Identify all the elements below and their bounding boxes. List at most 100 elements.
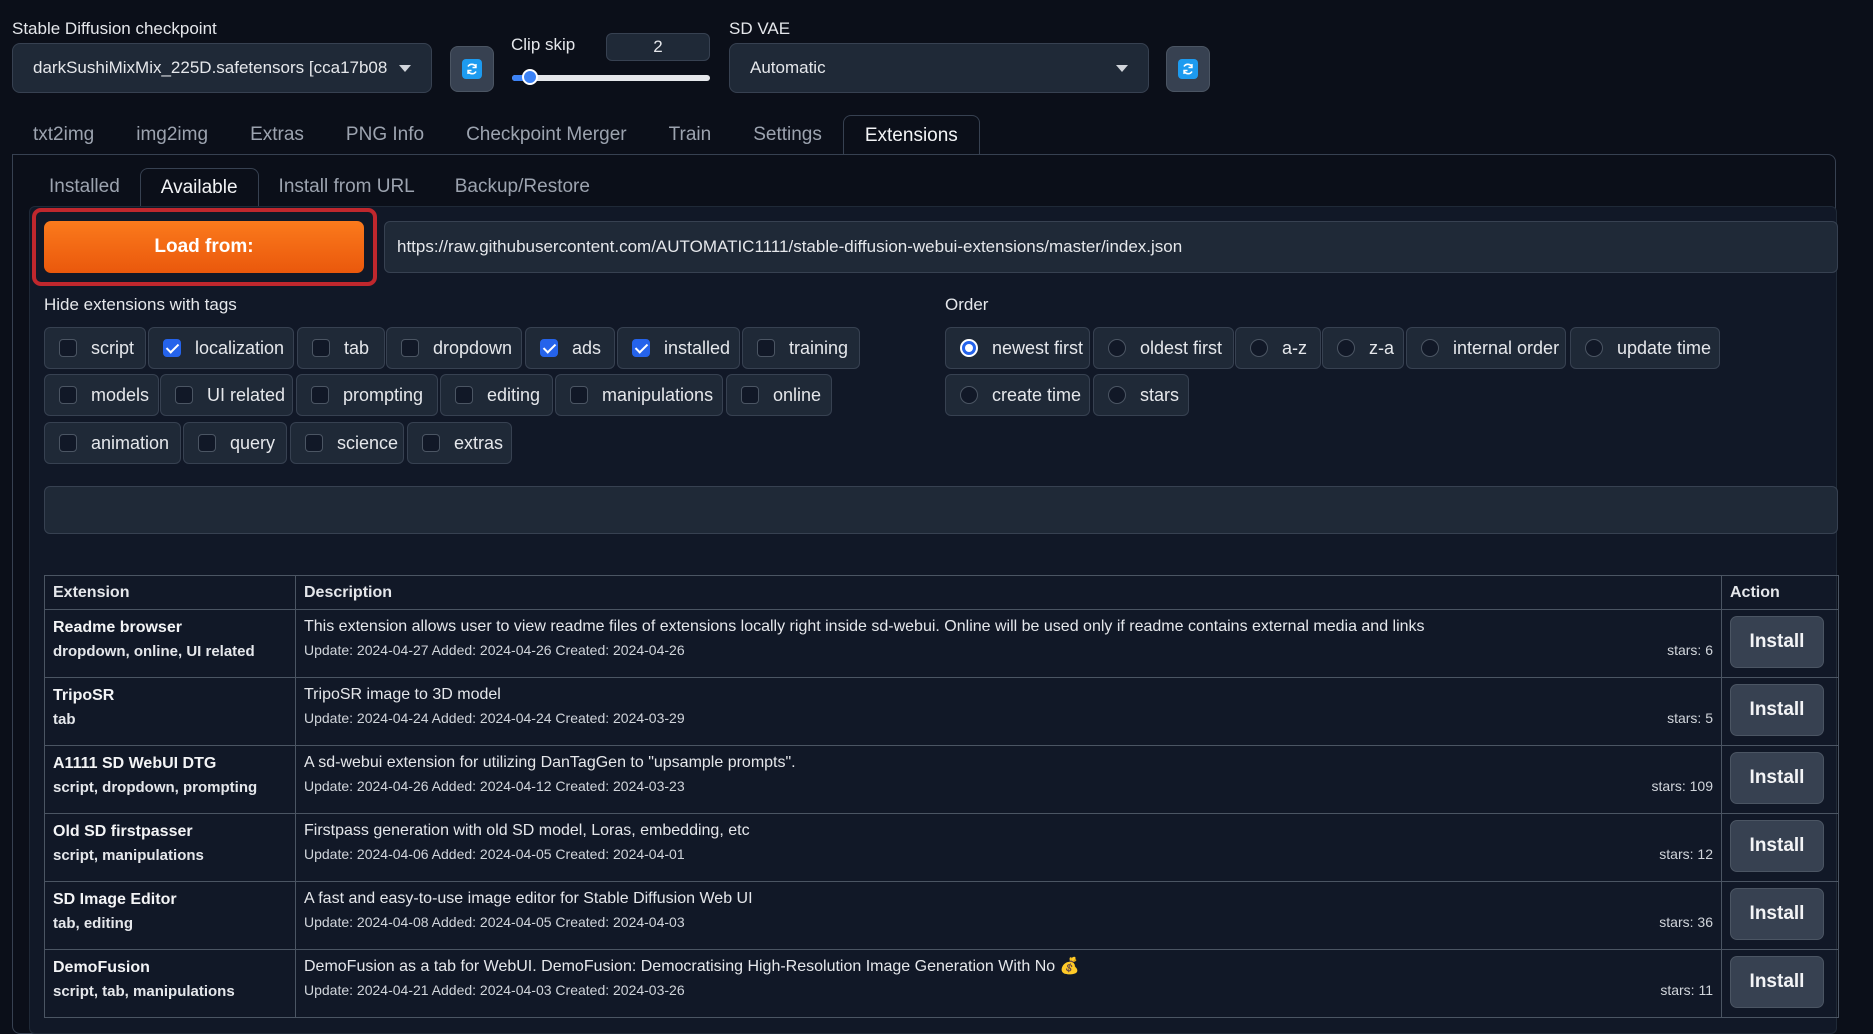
order-option-update-time[interactable]: update time — [1570, 327, 1720, 369]
install-button[interactable]: Install — [1730, 616, 1824, 668]
tab-txt2img[interactable]: txt2img — [12, 115, 115, 155]
search-extensions-input[interactable] — [44, 486, 1838, 534]
checkbox[interactable] — [540, 339, 558, 357]
subtab-backup-restore[interactable]: Backup/Restore — [435, 168, 610, 206]
checkbox[interactable] — [570, 386, 588, 404]
radio-button[interactable] — [1585, 339, 1603, 357]
radio-button[interactable] — [960, 339, 978, 357]
extension-subtabs: Installed Available Install from URL Bac… — [29, 168, 610, 206]
subtab-installed[interactable]: Installed — [29, 168, 140, 206]
tag-chip-models[interactable]: models — [44, 374, 159, 416]
order-option-z-a[interactable]: z-a — [1322, 327, 1404, 369]
radio-button[interactable] — [1337, 339, 1355, 357]
extension-tags: script, manipulations — [53, 847, 204, 864]
extension-name[interactable]: Old SD firstpasser — [53, 820, 287, 844]
radio-button[interactable] — [1108, 386, 1126, 404]
radio-button[interactable] — [960, 386, 978, 404]
tag-chip-online[interactable]: online — [726, 374, 832, 416]
tag-chip-label: training — [789, 337, 849, 358]
tag-chip-training[interactable]: training — [742, 327, 860, 369]
action-cell: Install — [1721, 813, 1839, 882]
checkbox[interactable] — [632, 339, 650, 357]
checkbox[interactable] — [311, 386, 329, 404]
table-row: Old SD firstpasser script, manipulations F… — [44, 813, 1839, 882]
radio-button[interactable] — [1108, 339, 1126, 357]
install-button[interactable]: Install — [1730, 752, 1824, 804]
order-option-internal-order[interactable]: internal order — [1406, 327, 1566, 369]
tag-chip-query[interactable]: query — [183, 422, 287, 464]
tag-chip-installed[interactable]: installed — [617, 327, 740, 369]
extension-cell: TripoSR tab — [44, 677, 296, 746]
tag-chip-prompting[interactable]: prompting — [296, 374, 438, 416]
tag-chip-dropdown[interactable]: dropdown — [386, 327, 522, 369]
refresh-vae-button[interactable] — [1166, 46, 1210, 92]
install-button[interactable]: Install — [1730, 684, 1824, 736]
extension-dates: Update: 2024-04-24 Added: 2024-04-24 Cre… — [304, 710, 685, 726]
description-cell: Firstpass generation with old SD model, … — [295, 813, 1722, 882]
tab-extras[interactable]: Extras — [229, 115, 325, 155]
install-button[interactable]: Install — [1730, 888, 1824, 940]
tab-png-info[interactable]: PNG Info — [325, 115, 445, 155]
refresh-checkpoint-button[interactable] — [450, 46, 494, 92]
tag-chip-label: query — [230, 432, 276, 453]
tag-chip-localization[interactable]: localization — [148, 327, 294, 369]
tab-img2img[interactable]: img2img — [115, 115, 229, 155]
checkbox[interactable] — [312, 339, 330, 357]
extension-name[interactable]: SD Image Editor — [53, 888, 287, 912]
tag-chip-tab[interactable]: tab — [297, 327, 385, 369]
load-url-input[interactable]: https://raw.githubusercontent.com/AUTOMA… — [384, 221, 1838, 273]
extension-name[interactable]: A1111 SD WebUI DTG — [53, 752, 287, 776]
tag-chip-label: dropdown — [433, 337, 513, 358]
order-option-a-z[interactable]: a-z — [1235, 327, 1321, 369]
order-option-label: a-z — [1282, 337, 1308, 358]
extension-name[interactable]: Readme browser — [53, 616, 287, 640]
checkbox[interactable] — [198, 434, 216, 452]
extension-name[interactable]: DemoFusion — [53, 956, 287, 980]
action-cell: Install — [1721, 881, 1839, 950]
checkpoint-dropdown[interactable]: darkSushiMixMix_225D.safetensors [cca17b… — [12, 43, 432, 93]
order-option-stars[interactable]: stars — [1093, 374, 1189, 416]
extension-name[interactable]: TripoSR — [53, 684, 287, 708]
tag-chip-script[interactable]: script — [44, 327, 146, 369]
checkbox[interactable] — [175, 386, 193, 404]
vae-dropdown[interactable]: Automatic — [729, 43, 1149, 93]
order-option-create-time[interactable]: create time — [945, 374, 1090, 416]
tab-checkpoint-merger[interactable]: Checkpoint Merger — [445, 115, 648, 155]
radio-button[interactable] — [1250, 339, 1268, 357]
radio-button[interactable] — [1421, 339, 1439, 357]
order-option-oldest-first[interactable]: oldest first — [1093, 327, 1234, 369]
checkbox[interactable] — [59, 434, 77, 452]
tag-chip-editing[interactable]: editing — [440, 374, 553, 416]
checkbox[interactable] — [59, 339, 77, 357]
tag-chip-label: science — [337, 432, 399, 453]
tag-chip-label: extras — [454, 432, 504, 453]
checkbox[interactable] — [401, 339, 419, 357]
tag-chip-manipulations[interactable]: manipulations — [555, 374, 723, 416]
tag-chip-animation[interactable]: animation — [44, 422, 181, 464]
checkbox[interactable] — [163, 339, 181, 357]
tag-chip-extras[interactable]: extras — [407, 422, 512, 464]
checkbox[interactable] — [741, 386, 759, 404]
checkbox[interactable] — [305, 434, 323, 452]
tab-settings[interactable]: Settings — [732, 115, 843, 155]
checkbox[interactable] — [757, 339, 775, 357]
load-from-button[interactable]: Load from: — [44, 221, 364, 273]
clip-skip-slider-handle[interactable] — [521, 69, 538, 85]
tab-extensions[interactable]: Extensions — [842, 115, 980, 155]
order-option-newest-first[interactable]: newest first — [945, 327, 1090, 369]
vae-label: SD VAE — [729, 19, 791, 38]
clip-skip-slider-track[interactable] — [512, 75, 710, 81]
tag-chip-ui-related[interactable]: UI related — [160, 374, 293, 416]
install-button[interactable]: Install — [1730, 820, 1824, 872]
install-button[interactable]: Install — [1730, 956, 1824, 1008]
clip-skip-input[interactable]: 2 — [606, 33, 710, 61]
tag-chip-ads[interactable]: ads — [525, 327, 615, 369]
subtab-available[interactable]: Available — [139, 168, 259, 206]
tag-chip-science[interactable]: science — [290, 422, 404, 464]
checkbox[interactable] — [59, 386, 77, 404]
tab-train[interactable]: Train — [648, 115, 733, 155]
checkbox[interactable] — [455, 386, 473, 404]
main-tabs: txt2img img2img Extras PNG Info Checkpoi… — [12, 115, 980, 155]
subtab-install-from-url[interactable]: Install from URL — [259, 168, 435, 206]
checkbox[interactable] — [422, 434, 440, 452]
